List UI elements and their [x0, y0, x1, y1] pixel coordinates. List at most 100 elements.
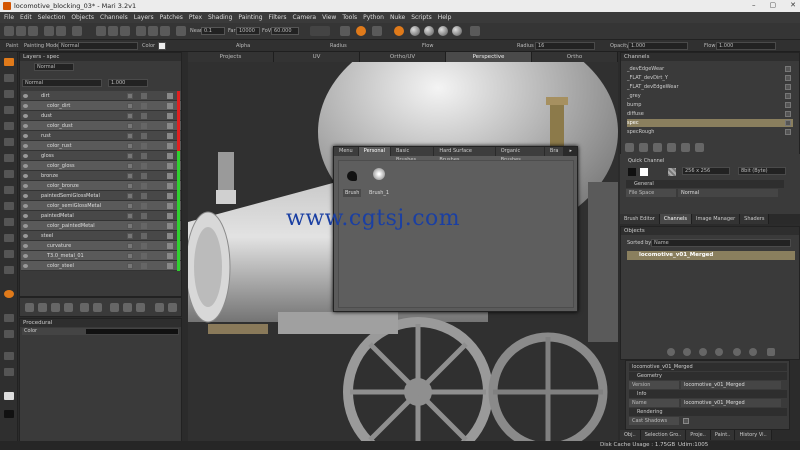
bake-icon[interactable]	[372, 26, 382, 36]
procedural-color-swatch[interactable]	[86, 329, 178, 334]
layer-row[interactable]: color_dust	[21, 121, 181, 131]
layer-lock-icon[interactable]	[167, 263, 173, 269]
tab-history-view[interactable]: History Vi..	[735, 430, 772, 440]
channel-item[interactable]: bump	[627, 101, 793, 109]
procedural-color-row[interactable]: Color	[22, 328, 179, 335]
general-section-header[interactable]: General	[626, 180, 784, 188]
save-icon[interactable]	[28, 26, 38, 36]
eyedropper-tool-icon[interactable]	[4, 250, 14, 258]
add-group-icon[interactable]	[64, 303, 73, 312]
menu-help[interactable]: Help	[438, 14, 452, 21]
channel-visibility-checkbox[interactable]	[785, 102, 791, 108]
transform-icon[interactable]	[136, 26, 146, 36]
blur-tool-icon[interactable]	[4, 138, 14, 146]
channel-item[interactable]: _FLAT_devDirt_Y	[627, 74, 793, 82]
layer-row[interactable]: gloss	[21, 151, 181, 161]
channel-size-dropdown[interactable]: 256 x 256	[682, 167, 730, 175]
channel-item[interactable]: _devEdgeWear	[627, 65, 793, 73]
layer-row[interactable]: dirt	[21, 91, 181, 101]
layer-row[interactable]: color_paintedMetal	[21, 221, 181, 231]
radius-field[interactable]: 16	[535, 42, 595, 50]
layer-row[interactable]: paintedSemiGlossMetal	[21, 191, 181, 201]
layer-mask-icon[interactable]	[141, 243, 147, 249]
full-shader-icon[interactable]	[452, 26, 462, 36]
redo-icon[interactable]	[56, 26, 66, 36]
marquee-tool-icon[interactable]	[4, 234, 14, 242]
layer-mask-icon[interactable]	[141, 133, 147, 139]
brush-ink-icon[interactable]	[347, 171, 357, 181]
object-menu-icon[interactable]	[767, 348, 775, 356]
record-tool-icon[interactable]	[4, 290, 14, 298]
import-channel-icon[interactable]	[653, 143, 662, 152]
select-tool-icon[interactable]	[4, 202, 14, 210]
channel-visibility-checkbox[interactable]	[785, 129, 791, 135]
layer-lock-icon[interactable]	[167, 143, 173, 149]
layer-mask-icon[interactable]	[141, 213, 147, 219]
camera-icon[interactable]	[148, 26, 158, 36]
menu-nuke[interactable]: Nuke	[390, 14, 405, 21]
menu-patches[interactable]: Patches	[160, 14, 183, 21]
sort-dropdown[interactable]: Name	[651, 239, 791, 247]
menu-objects[interactable]: Objects	[71, 14, 94, 21]
add-icon[interactable]	[733, 348, 741, 356]
background-color-swatch[interactable]	[4, 410, 14, 418]
layer-row[interactable]: color_gloss	[21, 161, 181, 171]
layer-row[interactable]: dust	[21, 111, 181, 121]
visibility-icon[interactable]	[23, 254, 28, 258]
version-dropdown[interactable]: locomotive_v01_Merged	[681, 381, 781, 389]
quick-white-swatch[interactable]	[640, 168, 648, 176]
texture-tool-icon[interactable]	[4, 330, 14, 338]
tab-ortho-uv[interactable]: Ortho/UV	[360, 52, 446, 62]
layer-lock-icon[interactable]	[167, 213, 173, 219]
channel-visibility-checkbox[interactable]	[785, 93, 791, 99]
visibility-icon[interactable]	[23, 204, 28, 208]
shading-mode-icon[interactable]	[394, 26, 404, 36]
layer-row[interactable]: T3.0_metal_01	[21, 251, 181, 261]
add-layer-icon[interactable]	[25, 303, 34, 312]
cast-shadows-checkbox[interactable]	[683, 418, 689, 424]
add-channel-icon[interactable]	[625, 143, 634, 152]
menu-painting[interactable]: Painting	[238, 14, 262, 21]
menu-shading[interactable]: Shading	[208, 14, 232, 21]
layer-lock-icon[interactable]	[167, 193, 173, 199]
visibility-icon[interactable]	[23, 124, 28, 128]
add-procedural-icon[interactable]	[51, 303, 60, 312]
layer-lock-icon[interactable]	[167, 163, 173, 169]
menu-channels[interactable]: Channels	[100, 14, 128, 21]
tab-objects[interactable]: Obj..	[620, 430, 641, 440]
layer-lock-icon[interactable]	[167, 233, 173, 239]
visibility-icon[interactable]	[23, 234, 28, 238]
visibility-icon[interactable]	[23, 184, 28, 188]
layer-row[interactable]: rust	[21, 131, 181, 141]
add-object-icon[interactable]	[667, 348, 675, 356]
layer-row[interactable]: steel	[21, 231, 181, 241]
near-field[interactable]: 0.1	[201, 27, 225, 35]
layer-mask-icon[interactable]	[141, 193, 147, 199]
geometry-section-header[interactable]: Geometry	[629, 372, 787, 380]
new-icon[interactable]	[4, 26, 14, 36]
tab-brushes-more[interactable]: Bra	[545, 147, 565, 156]
layer-lock-icon[interactable]	[167, 243, 173, 249]
swap-colors-icon[interactable]	[4, 368, 14, 376]
channel-visibility-checkbox[interactable]	[785, 111, 791, 117]
channel-item[interactable]: _FLAT_devEdgeWear	[627, 83, 793, 91]
menu-scripts[interactable]: Scripts	[411, 14, 432, 21]
projection-tool-icon[interactable]	[4, 314, 14, 322]
flow-field[interactable]: 1.000	[716, 42, 776, 50]
layer-lock-icon[interactable]	[167, 93, 173, 99]
tab-organic-brushes[interactable]: Organic Brushes	[496, 147, 545, 163]
tab-projects-palette[interactable]: Proje..	[686, 430, 711, 440]
far-field[interactable]: 10000	[236, 27, 260, 35]
visibility-icon[interactable]	[23, 244, 28, 248]
layers-opacity-field[interactable]: 1.000	[108, 79, 148, 87]
tab-hard-surface-brushes[interactable]: Hard Surface Brushes	[434, 147, 496, 163]
layer-row[interactable]: color_steel	[21, 261, 181, 271]
file-space-value[interactable]: Normal	[678, 189, 778, 197]
menu-view[interactable]: View	[322, 14, 336, 21]
tab-uv[interactable]: UV	[274, 52, 360, 62]
color-picker-icon[interactable]	[4, 352, 14, 360]
remove-object-icon[interactable]	[749, 348, 757, 356]
face-select-icon[interactable]	[120, 26, 130, 36]
visibility-icon[interactable]	[23, 154, 28, 158]
layer-lock-icon[interactable]	[167, 113, 173, 119]
